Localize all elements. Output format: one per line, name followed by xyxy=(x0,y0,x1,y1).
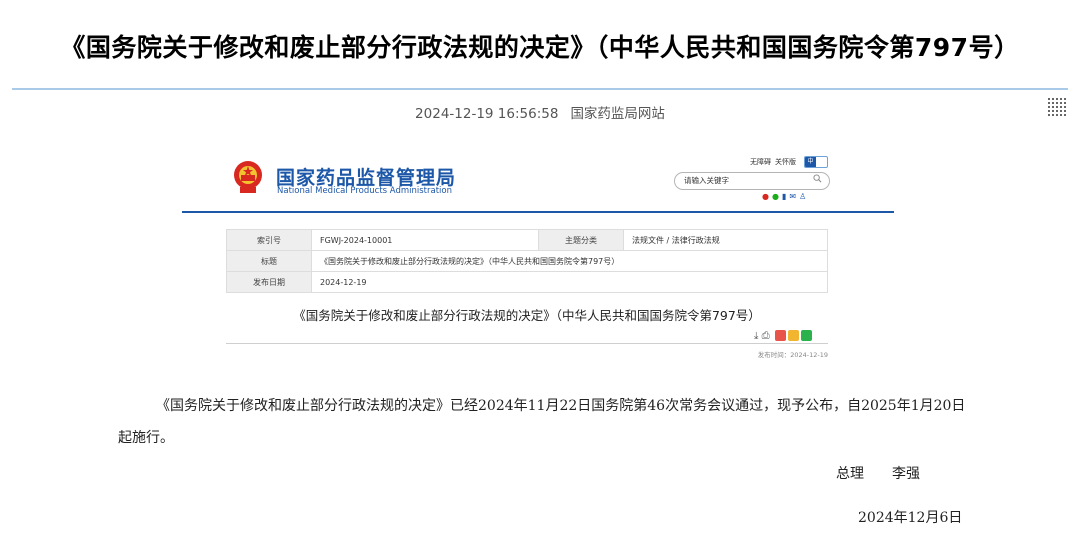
mail-icon[interactable]: ✉ xyxy=(789,192,796,201)
publish-time: 发布时间：2024-12-19 xyxy=(757,351,828,359)
share-wechat-icon[interactable] xyxy=(800,330,812,341)
search-icon[interactable] xyxy=(813,174,822,183)
share-weibo-icon[interactable] xyxy=(774,330,786,341)
index-value: FGWJ-2024-10001 xyxy=(311,229,539,251)
date-value: 2024-12-19 xyxy=(311,271,828,293)
document-divider xyxy=(226,343,828,344)
social-icons: ● ● ▮ ✉ ♙ xyxy=(762,192,809,201)
article-info-table: 索引号 FGWJ-2024-10001 主题分类 法规文件 / 法律行政法规 标… xyxy=(226,229,828,293)
title-label: 标题 xyxy=(226,250,312,272)
publish-datetime: 2024-12-19 16:56:58 xyxy=(415,106,559,122)
accessibility-link[interactable]: 无障碍 xyxy=(750,157,771,167)
date-label: 发布日期 xyxy=(226,271,312,293)
national-emblem-icon xyxy=(234,161,262,193)
title-value: 《国务院关于修改和废止部分行政法规的决定》（中华人民共和国国务院令第797号） xyxy=(311,250,828,272)
page-title: 《国务院关于修改和废止部分行政法规的决定》（中华人民共和国国务院令第797号） xyxy=(60,33,1020,62)
category-value: 法规文件 / 法律行政法规 xyxy=(623,229,828,251)
download-icon[interactable]: ⤓ xyxy=(754,331,758,342)
signature-block: 总理 李强 xyxy=(836,463,920,483)
print-icon[interactable]: ⎙ xyxy=(762,331,770,342)
signer-name: 李强 xyxy=(892,466,920,482)
category-label: 主题分类 xyxy=(538,229,624,251)
care-mode-link[interactable]: 关怀版 xyxy=(775,157,796,167)
wechat-icon[interactable]: ● xyxy=(772,192,779,201)
article-meta: 2024-12-19 16:56:58 国家药监局网站 xyxy=(0,102,1080,122)
index-label: 索引号 xyxy=(226,229,312,251)
language-toggle[interactable]: 中 xyxy=(804,156,828,168)
action-icons: ⤓ ⎙ xyxy=(754,330,812,342)
share-qzone-icon[interactable] xyxy=(787,330,799,341)
signer-title: 总理 xyxy=(836,466,864,482)
qr-code-icon[interactable] xyxy=(1048,98,1066,116)
brand-name-en: National Medical Products Administration xyxy=(277,186,452,196)
source-link[interactable]: 国家药监局网站 xyxy=(570,106,665,122)
user-icon[interactable]: ♙ xyxy=(799,192,806,201)
title-divider xyxy=(12,88,1068,90)
signing-date: 2024年12月6日 xyxy=(858,510,963,526)
lang-cn-option[interactable]: 中 xyxy=(805,157,816,167)
weibo-icon[interactable]: ● xyxy=(762,192,769,201)
document-title: 《国务院关于修改和废止部分行政法规的决定》（中华人民共和国国务院令第797号） xyxy=(293,308,761,323)
header-divider xyxy=(182,211,894,213)
body-paragraph: 《国务院关于修改和废止部分行政法规的决定》已经2024年11月22日国务院第46… xyxy=(118,398,966,446)
search-placeholder: 请输入关键字 xyxy=(684,176,729,185)
mobile-icon[interactable]: ▮ xyxy=(782,192,786,201)
